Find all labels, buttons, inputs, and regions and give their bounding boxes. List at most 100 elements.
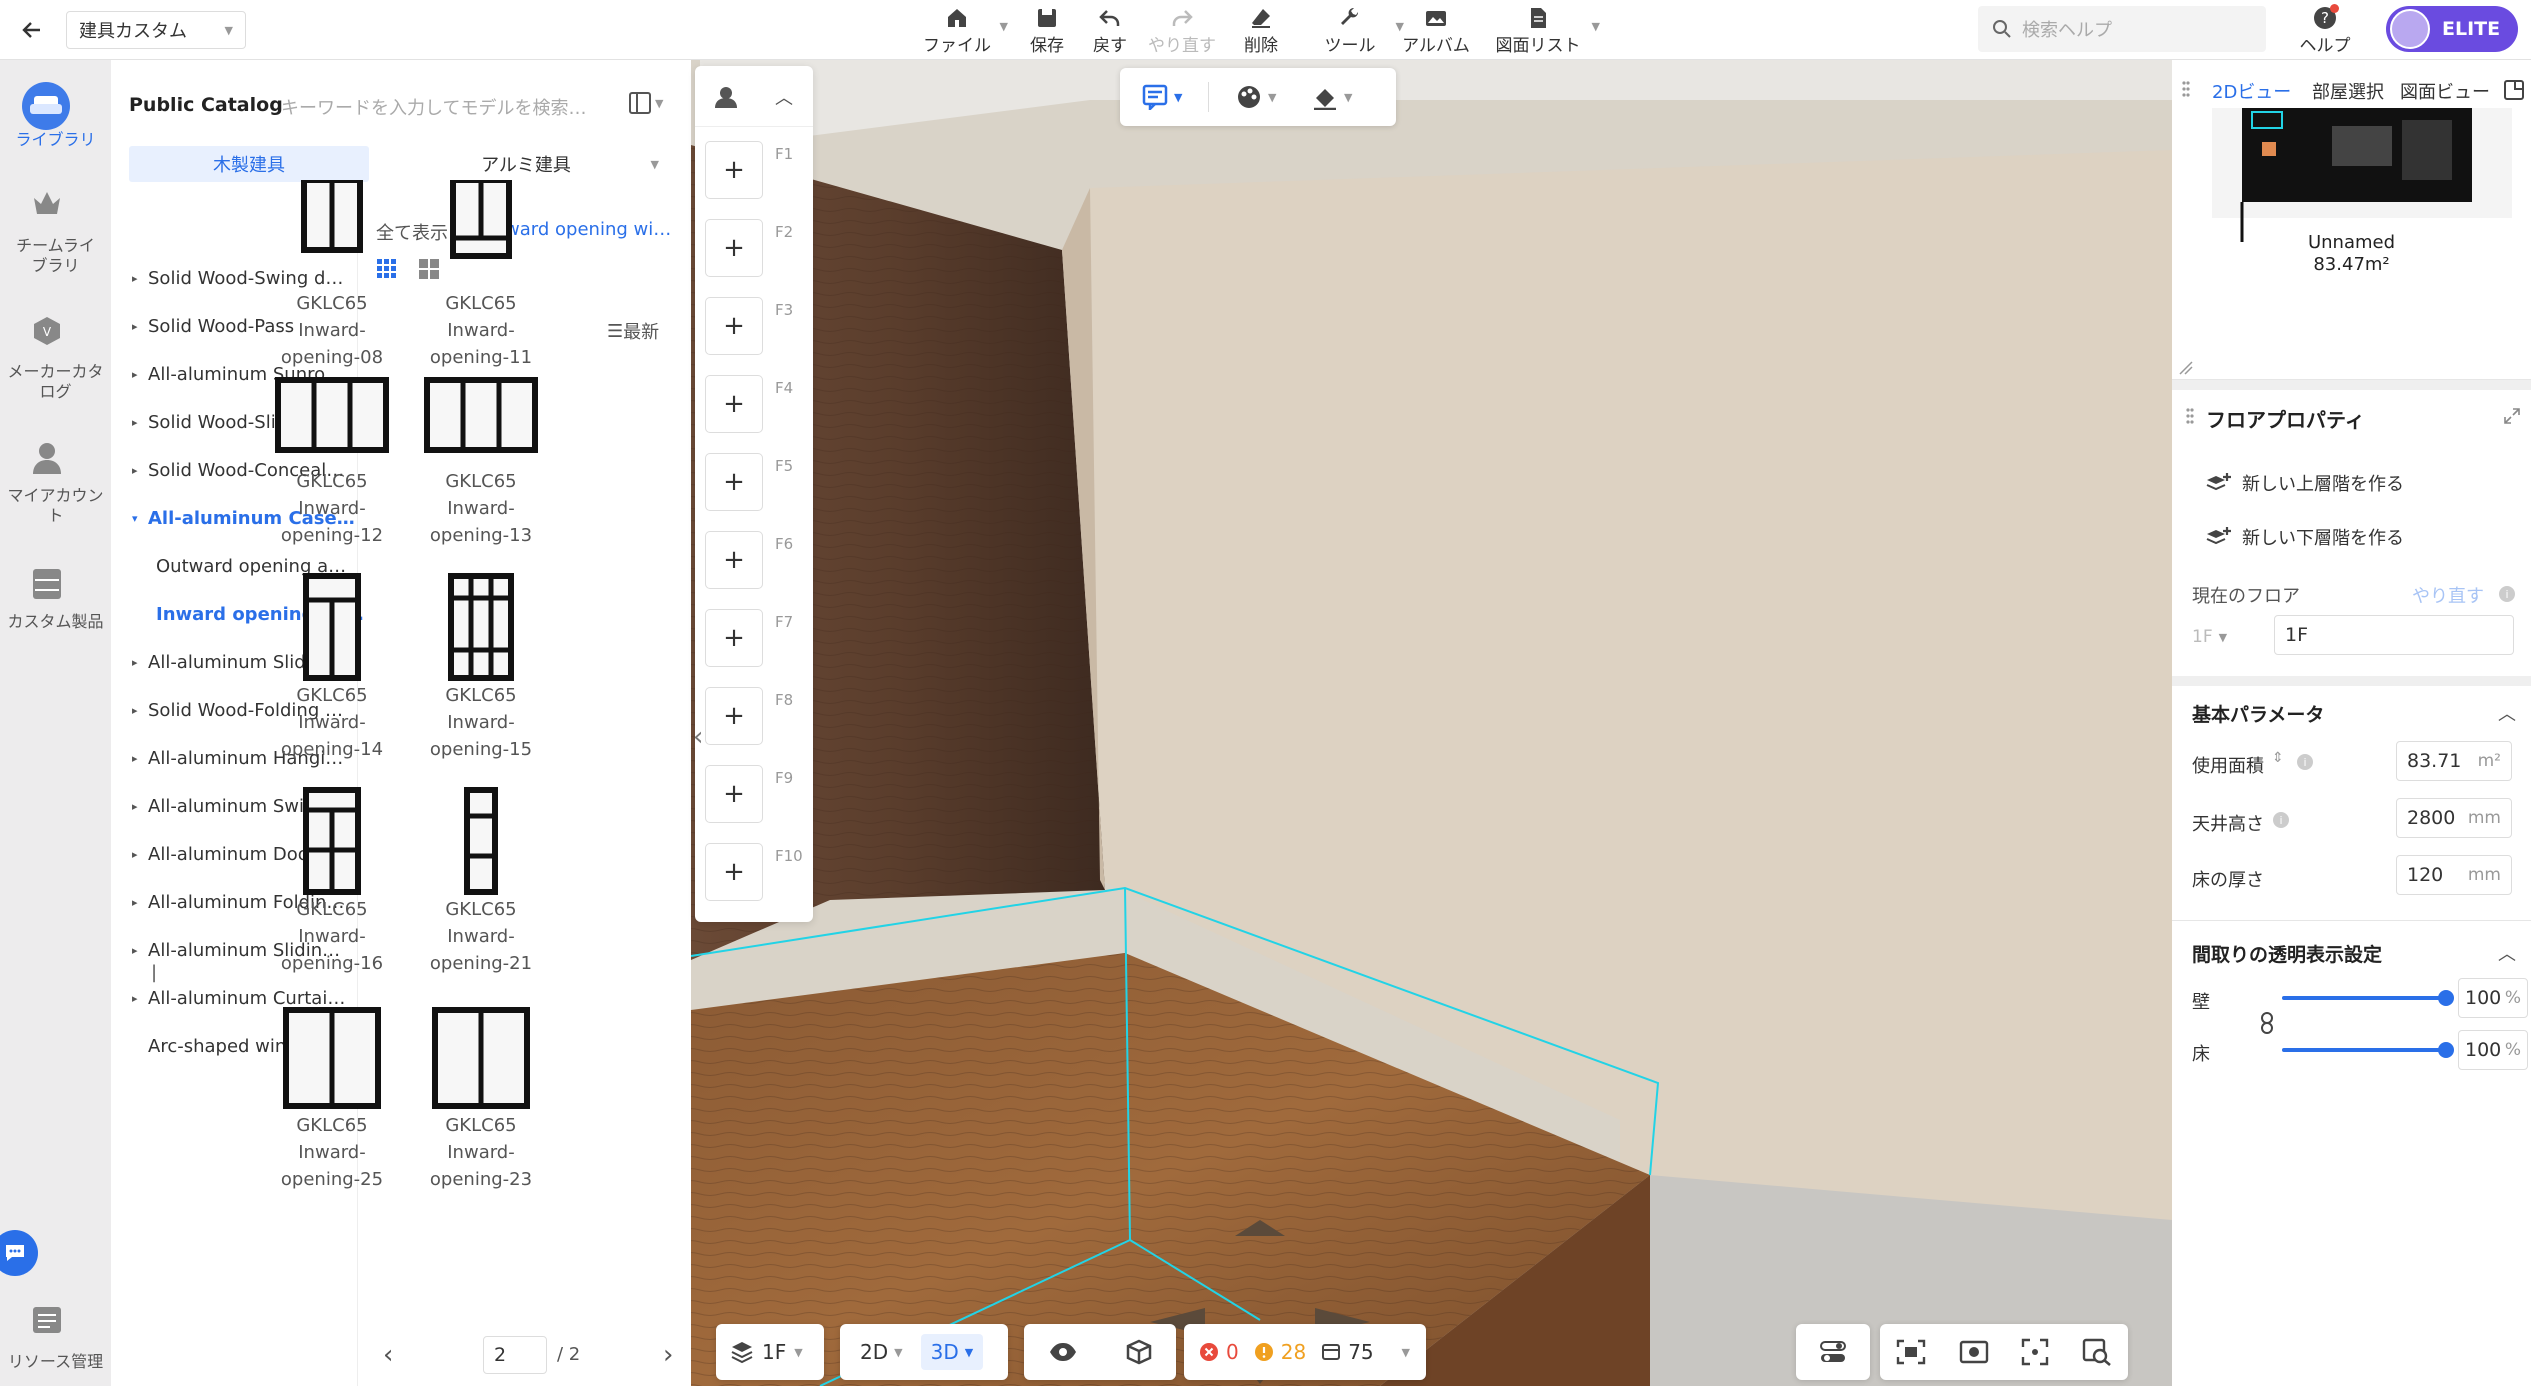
camera-settings-icon[interactable] (1959, 1339, 1989, 1365)
product-card[interactable]: GKLC65 Inward-opening-12 (262, 358, 402, 549)
help-search-input[interactable]: 検索ヘルプ (1978, 6, 2266, 52)
model-search-input[interactable]: キーワードを入力してモデルを検索… (281, 94, 586, 120)
toolbar-drawing-list-button[interactable]: 図面リスト ▼ (1490, 2, 1600, 58)
product-card[interactable]: GKLC65 Inward-opening-15 (411, 572, 551, 763)
product-card[interactable]: GKLC65 Inward-opening-21 (411, 786, 551, 977)
favorite-slot-add-button[interactable]: + (705, 219, 763, 277)
collapse-library-button[interactable]: ‹ (693, 722, 703, 752)
zoom-fit-icon[interactable] (2082, 1338, 2112, 1366)
toolbar-save-button[interactable]: 保存 (1022, 2, 1072, 58)
toolbar-house-button[interactable]: ファイル ▼ (920, 2, 1008, 58)
area-input[interactable]: 83.71 m² (2396, 741, 2512, 781)
material-tool-button[interactable]: ▼ (1236, 84, 1276, 110)
product-card[interactable]: GKLC65 Inward-opening-16 (262, 786, 402, 977)
wall-slider-knob[interactable] (2438, 990, 2454, 1006)
nav-library[interactable]: ライブラリ (0, 130, 111, 150)
help-label: ヘルプ (2299, 35, 2351, 56)
nav-resource-management[interactable]: リソース管理 (0, 1352, 111, 1372)
basic-params-header[interactable]: 基本パラメータ (2192, 700, 2324, 727)
floor-redo-link[interactable]: やり直す (2412, 582, 2484, 608)
floor-thickness-input[interactable]: 120 mm (2396, 855, 2512, 895)
ceiling-height-label: 天井高さ (2192, 814, 2264, 835)
sort-arrows-icon[interactable]: ⇕ (2272, 750, 2284, 766)
cube-icon[interactable] (1126, 1339, 1152, 1365)
expand-icon[interactable] (2504, 408, 2520, 424)
link-icon[interactable] (2260, 1012, 2274, 1034)
favorite-slot-add-button[interactable]: + (705, 141, 763, 199)
focus-icon[interactable] (2021, 1338, 2049, 1366)
caret-right-icon: ▸ (132, 320, 138, 333)
favorite-slot-add-button[interactable]: + (705, 453, 763, 511)
pagination-prev-button[interactable]: ‹ (383, 1340, 393, 1370)
floor-select[interactable]: 1F ▼ (2192, 617, 2246, 657)
tab-room-select[interactable]: 部屋選択 (2312, 78, 2384, 104)
toolbar-album-button[interactable]: アルバム (1400, 2, 1472, 58)
mode-2d-button[interactable]: 2D ▼ (850, 1334, 913, 1370)
eye-icon[interactable] (1049, 1342, 1077, 1362)
check-status-bar[interactable]: 0 28 75 ▼ (1184, 1324, 1426, 1380)
favorite-slot-label: F5 (775, 457, 794, 475)
product-card[interactable]: GKLC65 Inward-opening-08 (262, 180, 402, 371)
nav-maker-catalog[interactable]: メーカーカタログ (0, 362, 111, 402)
tab-aluminum-fittings[interactable]: アルミ建具 ▼ (381, 146, 671, 182)
display-toggles (1024, 1324, 1176, 1380)
wall-opacity-input[interactable]: 100% (2458, 978, 2528, 1018)
window-model-icon (275, 377, 389, 453)
nav-team-library[interactable]: チームライブラリ (0, 236, 111, 276)
pagination-page-input[interactable]: 2 (483, 1336, 547, 1374)
window-model-icon (448, 573, 514, 681)
favorite-slot-add-button[interactable]: + (705, 609, 763, 667)
favorite-slot-add-button[interactable]: + (705, 531, 763, 589)
add-lower-floor-button[interactable]: 新しい下層階を作る (2206, 524, 2404, 550)
collapse-basic-params[interactable]: ︿ (2498, 700, 2516, 726)
chevron-down-icon: ▼ (1344, 90, 1353, 104)
sofa-icon (30, 96, 62, 114)
favorite-slot-add-button[interactable]: + (705, 375, 763, 433)
pagination-next-button[interactable]: › (663, 1340, 673, 1370)
caret-right-icon: ▸ (132, 944, 138, 957)
favorite-slot-add-button[interactable]: + (705, 687, 763, 745)
sort-button[interactable]: ☰ 最新 (607, 318, 659, 344)
toolbar-undo-button[interactable]: 戻す (1085, 2, 1135, 58)
sidebar-layout-icon (629, 92, 651, 114)
add-upper-floor-button[interactable]: 新しい上層階を作る (2206, 470, 2404, 496)
floor-opacity-input[interactable]: 100% (2458, 1030, 2528, 1070)
product-card[interactable]: GKLC65 Inward-opening-23 (411, 1002, 551, 1193)
floor-name-input[interactable]: 1F (2274, 615, 2514, 655)
ceiling-height-input[interactable]: 2800 mm (2396, 798, 2512, 838)
back-button[interactable] (14, 14, 50, 46)
project-name-selector[interactable]: 建具カスタム ▼ (66, 11, 246, 49)
palette-icon (1238, 86, 1260, 108)
floor-selector[interactable]: 1F ▼ (716, 1324, 824, 1380)
tab-2d-view[interactable]: 2Dビュー (2212, 78, 2291, 104)
toolbar-wrench-button[interactable]: ツール ▼ (1310, 2, 1404, 58)
mode-3d-button[interactable]: 3D ▼ (920, 1334, 984, 1370)
collapse-transparency[interactable]: ︿ (2498, 940, 2516, 966)
tab-wood-fittings[interactable]: 木製建具 (129, 146, 369, 182)
account-badge[interactable]: ELITE (2386, 6, 2518, 52)
annotation-tool-button[interactable]: ▼ (1142, 84, 1182, 110)
favorite-slot-add-button[interactable]: + (705, 765, 763, 823)
product-card[interactable]: GKLC65 Inward-opening-14 (262, 572, 402, 763)
paint-tool-button[interactable]: ▼ (1312, 84, 1352, 110)
product-card[interactable]: GKLC65 Inward-opening-25 (262, 1002, 402, 1193)
help-button[interactable]: ? ヘルプ (2290, 2, 2360, 58)
favorite-slot-label: F9 (775, 769, 794, 787)
collapse-button[interactable]: ︿ (775, 84, 793, 110)
tab-drawing-view[interactable]: 図面ビュー (2400, 78, 2490, 104)
favorite-slot-add-button[interactable]: + (705, 843, 763, 901)
transparency-header[interactable]: 間取りの透明表示設定 (2192, 940, 2382, 967)
screenshot-icon[interactable] (1896, 1339, 1926, 1365)
product-card[interactable]: GKLC65 Inward-opening-13 (411, 358, 551, 549)
settings-toggle-button[interactable] (1796, 1324, 1870, 1380)
toolbar-redo-button[interactable]: やり直す (1142, 2, 1222, 58)
toolbar-eraser-button[interactable]: 削除 (1236, 2, 1286, 58)
favorite-slot-add-button[interactable]: + (705, 297, 763, 355)
chat-button[interactable] (0, 1230, 38, 1276)
floor-slider-knob[interactable] (2438, 1042, 2454, 1058)
product-card[interactable]: GKLC65 Inward-opening-11 (411, 180, 551, 371)
chevron-down-icon: ▼ (655, 96, 664, 110)
nav-my-account[interactable]: マイアカウント (0, 486, 111, 526)
nav-custom-products[interactable]: カスタム製品 (0, 612, 111, 632)
panel-layout-toggle[interactable]: ▼ (629, 92, 663, 114)
